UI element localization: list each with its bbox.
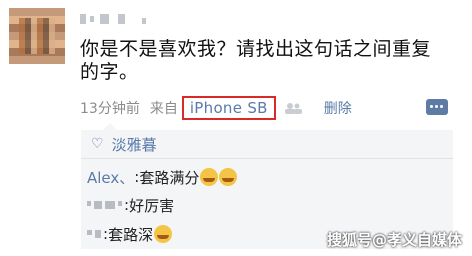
comment-text: 套路深 xyxy=(108,225,154,244)
likes-row: ♡ 淡雅暮 xyxy=(81,130,453,159)
username-blurred[interactable] xyxy=(80,14,170,26)
smile-emoji-icon xyxy=(154,225,173,243)
comment-author-blurred[interactable] xyxy=(87,230,101,238)
laughing-emoji-icon xyxy=(219,168,238,186)
comment-text: 好厉害 xyxy=(129,196,175,215)
like-names[interactable]: 淡雅暮 xyxy=(112,134,157,155)
comment-item[interactable]: : 套路深 xyxy=(87,223,173,245)
post-text: 你是不是喜欢我？请找出这句话之间重复的字。 xyxy=(80,38,432,83)
avatar[interactable] xyxy=(9,8,65,64)
comment-icon[interactable] xyxy=(426,99,448,115)
comment-text: 套路满分 xyxy=(139,168,200,187)
post-meta: 13分钟前 来自 iPhone SB 删除 xyxy=(80,96,450,120)
comment-item[interactable]: : 好厉害 xyxy=(87,194,174,216)
comment-author-blurred[interactable] xyxy=(87,201,122,209)
comment-item[interactable]: Alex、 : 套路满分 xyxy=(87,166,238,188)
post-time: 13分钟前 xyxy=(80,101,140,117)
people-icon[interactable] xyxy=(284,102,302,114)
via-label: 来自 xyxy=(149,101,178,117)
comment-author[interactable]: Alex、 xyxy=(87,167,134,188)
watermark: 搜狐号@孝义自媒体 xyxy=(326,231,462,249)
device-label[interactable]: iPhone SB xyxy=(181,96,276,120)
laughing-emoji-icon xyxy=(200,168,219,186)
delete-link[interactable]: 删除 xyxy=(324,98,352,118)
heart-icon: ♡ xyxy=(91,136,104,152)
